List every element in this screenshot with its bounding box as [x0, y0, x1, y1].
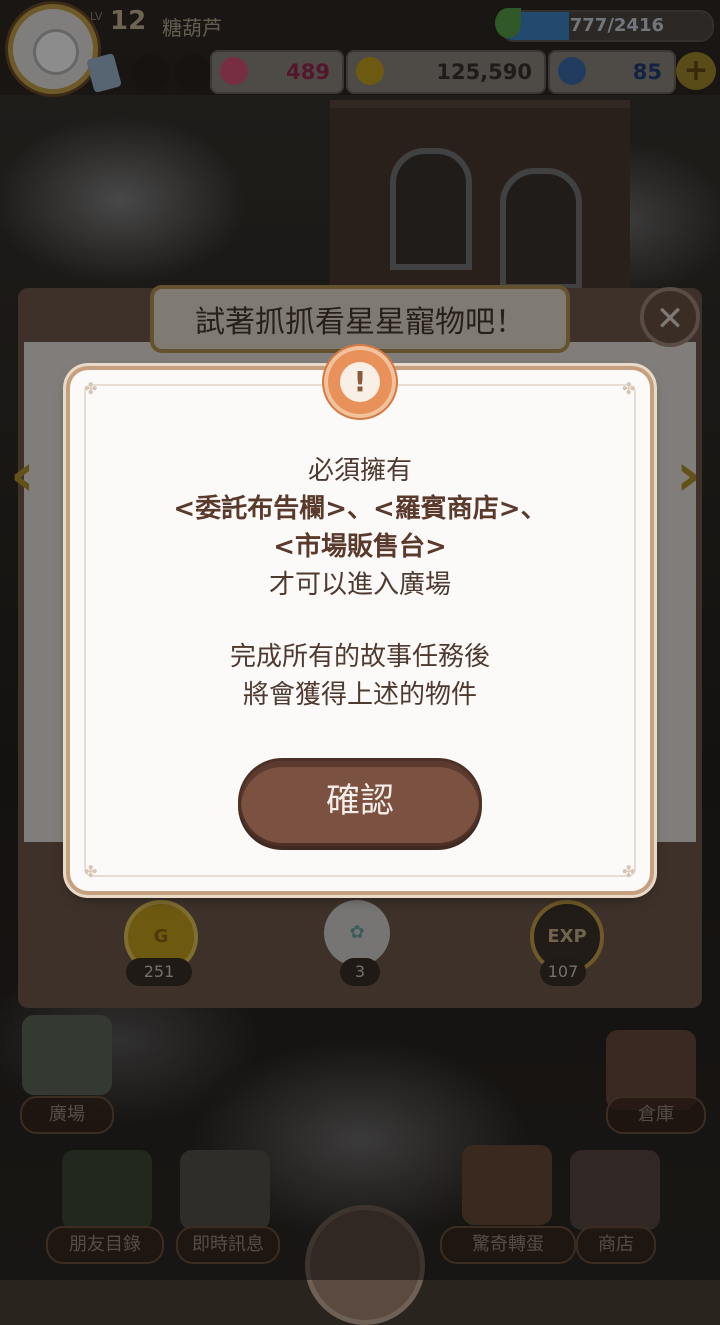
dialog-line: 必須擁有 [307, 456, 412, 486]
dialog-line: <委託布告欄>、<羅賓商店>、 [173, 494, 547, 524]
dialog-line: 將會獲得上述的物件 [242, 680, 477, 710]
dialog-line: 才可以進入廣場 [268, 570, 451, 600]
corner-ornament-icon: ✤ [622, 862, 636, 881]
corner-ornament-icon: ✤ [622, 379, 636, 398]
corner-ornament-icon: ✤ [84, 379, 98, 398]
exclamation-icon: ! [340, 362, 380, 402]
dialog-line: 完成所有的故事任務後 [229, 642, 490, 672]
alert-badge: ! [328, 350, 392, 414]
confirm-button[interactable]: 確認 [238, 758, 482, 846]
corner-ornament-icon: ✤ [84, 862, 98, 881]
dialog-line: <市場販售台> [273, 532, 447, 562]
